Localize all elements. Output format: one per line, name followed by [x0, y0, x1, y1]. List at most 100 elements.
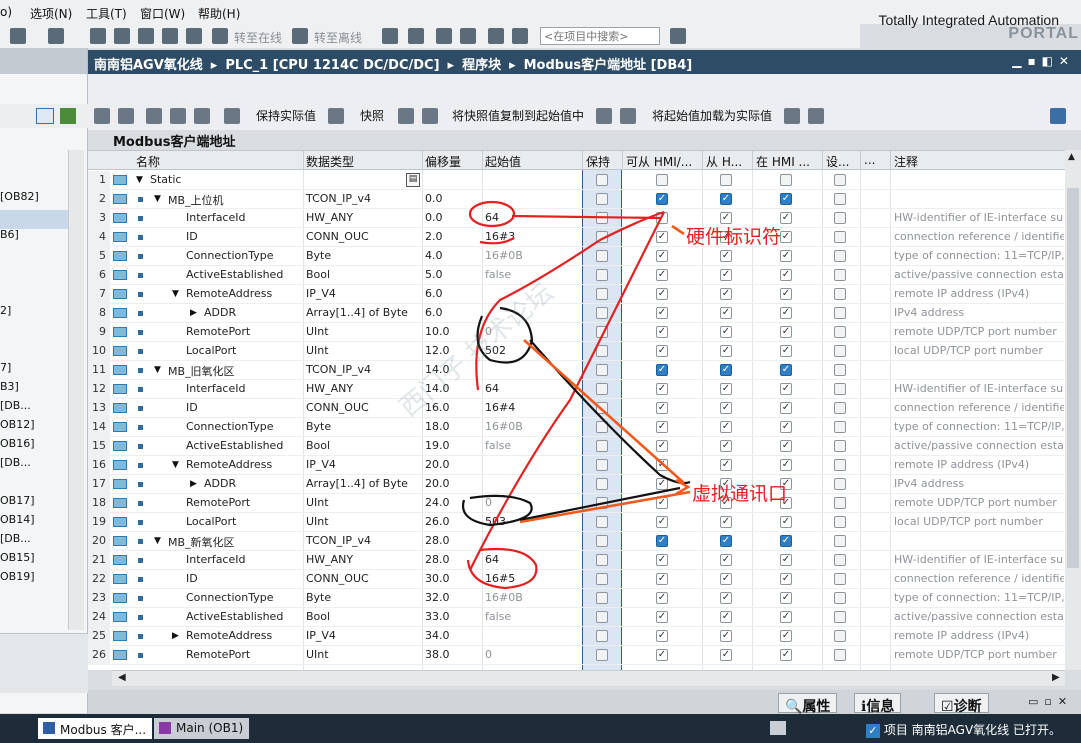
db-element-icon[interactable] — [113, 289, 127, 299]
cell-data-type[interactable]: Byte — [306, 420, 420, 433]
tab-properties[interactable]: 🔍属性 — [778, 693, 838, 715]
cell-name[interactable]: ActiveEstablished — [186, 268, 303, 281]
visible-hmi-checkbox[interactable]: ✓ — [780, 307, 792, 319]
accessible-hmi-checkbox[interactable]: ✓ — [656, 459, 668, 471]
simulation-icon[interactable] — [186, 28, 202, 44]
retain-checkbox[interactable] — [596, 364, 608, 376]
cell-data-type[interactable]: UInt — [306, 325, 420, 338]
visible-hmi-checkbox[interactable]: ✓ — [780, 516, 792, 528]
col-setpoint[interactable]: 设... — [826, 153, 858, 170]
retain-checkbox[interactable] — [596, 326, 608, 338]
accessible-hmi-checkbox[interactable]: ✓ — [656, 307, 668, 319]
db-element-icon[interactable] — [113, 232, 127, 242]
tree-item[interactable]: [DB... — [0, 456, 31, 469]
tree-item[interactable]: B3] — [0, 380, 19, 393]
col-retain[interactable]: 保持 — [586, 153, 610, 170]
cell-comment[interactable]: HW-identifier of IE-interface subr — [894, 382, 1064, 395]
writable-hmi-checkbox[interactable]: ✓ — [720, 307, 732, 319]
collapse-icon[interactable]: ▼ — [172, 289, 179, 299]
visible-hmi-checkbox[interactable]: ✓ — [780, 193, 792, 205]
cell-comment[interactable]: remote IP address (IPv4) — [894, 458, 1064, 471]
accessible-hmi-checkbox[interactable]: ✓ — [656, 269, 668, 281]
db-element-icon[interactable] — [113, 403, 127, 413]
db-element-icon[interactable] — [113, 194, 127, 204]
accessible-hmi-checkbox[interactable]: ✓ — [656, 611, 668, 623]
insert-row-icon[interactable] — [94, 108, 110, 124]
cell-name[interactable]: ADDR — [204, 306, 303, 319]
retain-checkbox[interactable] — [596, 649, 608, 661]
col-more[interactable]: ... — [864, 153, 888, 167]
accessible-hmi-checkbox[interactable]: ✓ — [656, 288, 668, 300]
cell-data-type[interactable]: Bool — [306, 268, 420, 281]
visible-hmi-checkbox[interactable]: ✓ — [780, 231, 792, 243]
table-row[interactable]: 6 ActiveEstablished Bool 5.0 false ✓ ✓ ✓ active/… — [88, 266, 1065, 285]
cell-comment[interactable]: connection reference / identifie — [894, 230, 1064, 243]
writable-hmi-checkbox[interactable]: ✓ — [720, 250, 732, 262]
accessible-hmi-checkbox[interactable]: ✓ — [656, 364, 668, 376]
cell-comment[interactable]: remote IP address (IPv4) — [894, 287, 1064, 300]
window-controls[interactable]: ▁▪◧✕ — [1012, 54, 1075, 68]
accessible-hmi-checkbox[interactable]: ✓ — [656, 402, 668, 414]
writable-hmi-checkbox[interactable] — [720, 174, 732, 186]
cell-data-type[interactable]: TCON_IP_v4 — [306, 192, 420, 205]
cell-comment[interactable]: HW-identifier of IE-interface subr — [894, 553, 1064, 566]
go-offline-button[interactable]: 转至离线 — [314, 29, 362, 46]
table-row[interactable]: 9 RemotePort UInt 10.0 0 ✓ ✓ ✓ remote UDP/TCP po… — [88, 323, 1065, 342]
tree-item[interactable]: OB19] — [0, 570, 35, 583]
visible-hmi-checkbox[interactable]: ✓ — [780, 364, 792, 376]
accessible-hmi-checkbox[interactable]: ✓ — [656, 630, 668, 642]
setpoint-checkbox[interactable] — [834, 364, 846, 376]
collapse-icon[interactable]: ▼ — [154, 365, 161, 375]
retain-checkbox[interactable] — [596, 231, 608, 243]
menu-item-options[interactable]: 选项(N) — [30, 5, 72, 22]
accessible-hmi-checkbox[interactable]: ✓ — [656, 516, 668, 528]
setpoint-checkbox[interactable] — [834, 440, 846, 452]
cell-name[interactable]: LocalPort — [186, 344, 303, 357]
keep-actual-values-button[interactable]: 保持实际值 — [256, 107, 316, 124]
add-row-icon[interactable] — [118, 108, 134, 124]
cell-comment[interactable]: type of connection: 11=TCP/IP, 1 — [894, 420, 1064, 433]
setpoint-checkbox[interactable] — [834, 611, 846, 623]
database-icon[interactable] — [328, 108, 344, 124]
load-start-values-button[interactable]: 将起始值加载为实际值 — [652, 107, 772, 124]
cell-data-type[interactable]: IP_V4 — [306, 458, 420, 471]
setpoint-checkbox[interactable] — [834, 630, 846, 642]
breadcrumb-blocks[interactable]: 程序块 — [462, 58, 501, 73]
writable-hmi-checkbox[interactable]: ✓ — [720, 440, 732, 452]
cell-data-type[interactable]: UInt — [306, 344, 420, 357]
menu-item-help[interactable]: 帮助(H) — [198, 5, 240, 22]
cell-comment[interactable]: remote UDP/TCP port number — [894, 325, 1064, 338]
table-config-icon[interactable]: ▤ — [406, 173, 420, 187]
cell-start-value[interactable]: false — [485, 439, 580, 452]
setpoint-checkbox[interactable] — [834, 592, 846, 604]
col-visible-hmi[interactable]: 在 HMI ... — [756, 153, 820, 170]
tab-diagnostics[interactable]: ☑诊断 — [934, 693, 989, 715]
retain-checkbox[interactable] — [596, 554, 608, 566]
scroll-thumb[interactable] — [1067, 188, 1079, 568]
accessible-hmi-checkbox[interactable]: ✓ — [656, 649, 668, 661]
expand-icon[interactable]: ▶ — [172, 631, 179, 641]
writable-hmi-checkbox[interactable]: ✓ — [720, 326, 732, 338]
cell-comment[interactable]: local UDP/TCP port number — [894, 344, 1064, 357]
redo-icon[interactable] — [48, 28, 64, 44]
db-element-icon[interactable] — [113, 460, 127, 470]
cell-data-type[interactable]: HW_ANY — [306, 211, 420, 224]
visible-hmi-checkbox[interactable]: ✓ — [780, 421, 792, 433]
cell-comment[interactable]: remote UDP/TCP port number — [894, 496, 1064, 509]
visible-hmi-checkbox[interactable]: ✓ — [780, 649, 792, 661]
copy-icon[interactable] — [596, 108, 612, 124]
cell-start-value[interactable]: 16#0B — [485, 249, 580, 262]
col-comment[interactable]: 注释 — [894, 153, 918, 170]
table-row[interactable]: 18 RemotePort UInt 24.0 0 ✓ ✓ ✓ remote UDP/TCP p… — [88, 494, 1065, 513]
accessible-hmi-checkbox[interactable]: ✓ — [656, 193, 668, 205]
menu-item-o[interactable]: o) — [0, 5, 12, 19]
accessible-hmi-checkbox[interactable]: ✓ — [656, 535, 668, 547]
cell-start-value[interactable]: 16#0B — [485, 591, 580, 604]
writable-hmi-checkbox[interactable]: ✓ — [720, 516, 732, 528]
visible-hmi-checkbox[interactable]: ✓ — [780, 554, 792, 566]
setpoint-checkbox[interactable] — [834, 212, 846, 224]
retain-checkbox[interactable] — [596, 630, 608, 642]
retain-checkbox[interactable] — [596, 440, 608, 452]
cell-name[interactable]: RemotePort — [186, 325, 303, 338]
view-toggle-icon[interactable] — [36, 108, 54, 124]
